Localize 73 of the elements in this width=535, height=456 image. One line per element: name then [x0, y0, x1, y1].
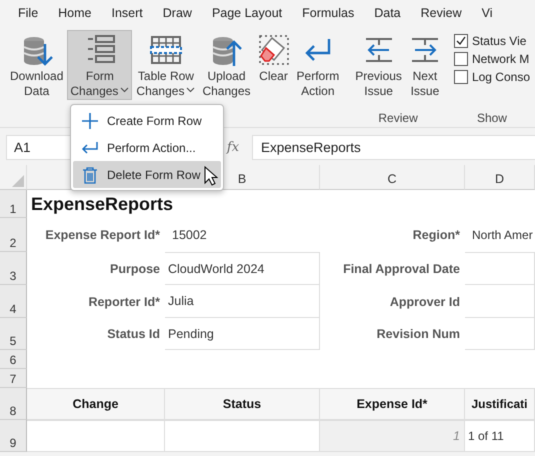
row-header[interactable]: 1 — [0, 190, 27, 218]
menu-tab[interactable]: Formulas — [292, 2, 364, 26]
ribbon-button[interactable]: Clear — [254, 30, 293, 100]
pointer-icon — [204, 166, 218, 186]
row-header[interactable]: 6 — [0, 350, 27, 369]
menu-item[interactable]: Perform Action... — [73, 134, 221, 161]
checkbox-label: Log Conso — [472, 70, 530, 84]
column-heading: Expense Id* — [320, 388, 465, 420]
menu-tab[interactable]: Insert — [102, 2, 153, 26]
ribbon-button[interactable]: Next Issue — [406, 30, 444, 100]
sheet-cell-text: North Amer — [471, 227, 534, 244]
checkbox[interactable] — [454, 52, 468, 66]
checkbox[interactable] — [454, 34, 468, 48]
menu-tab[interactable]: Page Layout — [202, 2, 292, 26]
row-header[interactable]: 4 — [0, 285, 27, 318]
field-label: Reporter Id* — [87, 294, 161, 311]
formula-field[interactable]: ExpenseReports — [252, 135, 535, 160]
table-row-icon — [150, 34, 182, 66]
menu-item[interactable]: Delete Form Row — [73, 161, 221, 188]
column-heading: Change — [27, 388, 165, 420]
row-header[interactable]: 9 — [0, 420, 27, 452]
field-label: Status Id — [106, 326, 161, 343]
column-header[interactable]: C — [320, 165, 465, 190]
checkbox-label: Network M — [472, 52, 530, 66]
menu-tab[interactable]: Home — [48, 2, 102, 26]
menu-tab[interactable]: Review — [410, 2, 472, 26]
download-database-icon — [20, 34, 53, 66]
group-label: Show — [476, 110, 507, 127]
field-label: Expense Report Id* — [44, 227, 161, 244]
column-heading: Justificati — [465, 388, 535, 420]
menu-tab[interactable]: Vi — [472, 2, 503, 26]
ribbon-button[interactable]: Download Data — [7, 30, 66, 100]
sheet-cell: Pending — [165, 318, 320, 350]
sheet-cell: CloudWorld 2024 — [165, 252, 320, 285]
checkbox-label: Status Vie — [472, 34, 526, 48]
checkbox[interactable] — [454, 70, 468, 84]
sheet-title: ExpenseReports — [30, 192, 174, 216]
column-header[interactable]: D — [465, 165, 535, 190]
check-icon — [456, 36, 466, 46]
menu-tab[interactable]: Draw — [152, 2, 202, 26]
ribbon-button[interactable]: Perform Action — [294, 30, 342, 100]
field-label: Purpose — [108, 260, 161, 278]
row-header[interactable]: 2 — [0, 218, 27, 252]
sheet-cell: Julia — [165, 285, 320, 318]
field-label: Approver Id — [388, 294, 461, 311]
eraser-icon — [258, 34, 290, 66]
menu-tab[interactable]: File — [8, 2, 48, 26]
ribbon-button[interactable]: Upload Changes — [199, 30, 254, 100]
ribbon-button[interactable]: Table Row Changes — [133, 30, 198, 100]
row-header[interactable]: 7 — [0, 369, 27, 388]
group-label: Review — [378, 110, 418, 127]
row-header[interactable]: 5 — [0, 318, 27, 350]
upload-database-icon — [210, 34, 242, 66]
menu-tab[interactable]: Data — [364, 2, 411, 26]
sheet-cell: 1 — [320, 420, 465, 452]
plus-icon — [81, 112, 99, 130]
sheet-cell — [465, 318, 535, 350]
field-label: Final Approval Date — [342, 260, 461, 278]
sheet-cell-text: 15002 — [171, 227, 208, 244]
row-header[interactable]: 8 — [0, 388, 27, 420]
row-header[interactable]: 3 — [0, 252, 27, 285]
corner-triangle-icon — [12, 175, 24, 187]
ribbon-button[interactable]: Form Changes — [67, 30, 132, 100]
sheet-cell — [465, 285, 535, 318]
function-icon[interactable]: fx — [222, 140, 244, 155]
field-label: Revision Num — [376, 326, 461, 343]
sheet-cell: 1 of 11 — [465, 420, 535, 452]
ribbon-button[interactable]: Previous Issue — [352, 30, 405, 100]
field-label: Region* — [412, 227, 461, 244]
trash-icon — [81, 166, 99, 184]
menu-item[interactable]: Create Form Row — [73, 107, 221, 134]
sheet-cell — [465, 252, 535, 285]
column-heading: Status — [165, 388, 320, 420]
